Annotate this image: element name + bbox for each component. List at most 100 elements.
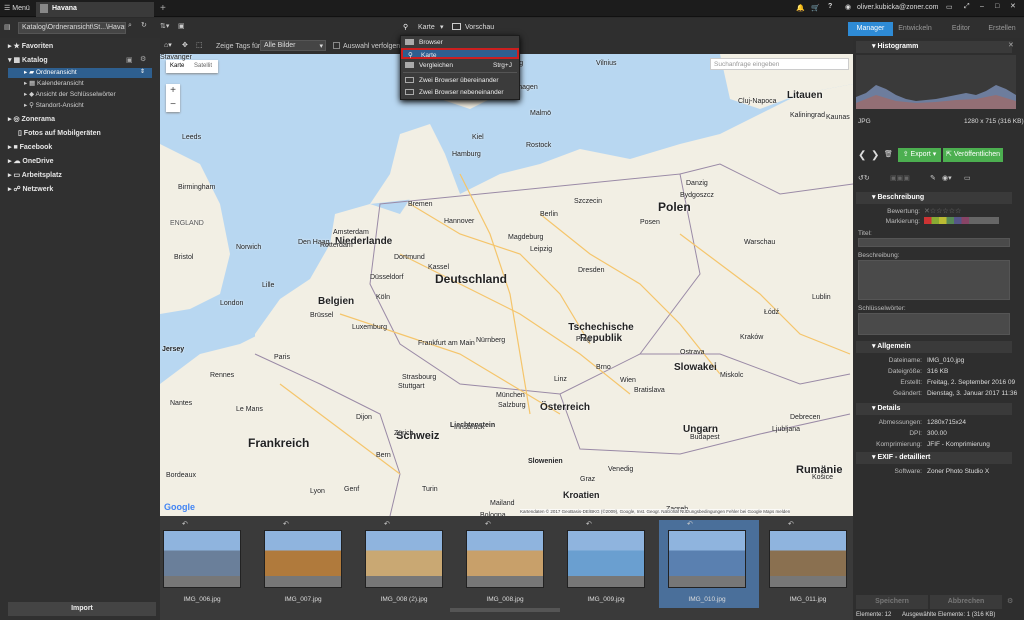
description-input[interactable] (858, 260, 1010, 300)
menu-item-map[interactable]: ⚲ Karte (401, 48, 519, 59)
new-folder-icon[interactable]: ▣ (178, 22, 185, 30)
comment-icon[interactable]: ▭ (964, 174, 971, 182)
refresh-icon[interactable]: ↻ (141, 21, 147, 29)
map-search-input[interactable]: Suchanfrage eingeben (710, 58, 849, 70)
city-label: Stavanger (160, 54, 192, 61)
tools-icons[interactable]: ▣▣▣ (890, 174, 910, 182)
settings-gear-icon[interactable]: ⚙ (1007, 597, 1013, 605)
add-catalog-icon[interactable]: ▣ (126, 56, 133, 64)
user-icon[interactable]: ◉ (845, 3, 851, 11)
monitor-icon[interactable]: ▭ (946, 3, 953, 11)
wrench-icon[interactable]: ✎ (930, 174, 936, 182)
gear-icon[interactable]: ⚙ (140, 55, 146, 63)
view-map-dropdown[interactable]: Karte (418, 24, 435, 31)
chevron-down-icon[interactable]: ▾ (440, 23, 444, 31)
thumbnail[interactable] (567, 530, 645, 588)
move-icon[interactable]: ✥ (182, 41, 188, 49)
sidebar-item-favorites[interactable]: ▸ ★ Favoriten (8, 41, 53, 53)
import-button[interactable]: Import (8, 602, 156, 616)
sort-icon[interactable]: ⇅▾ (160, 22, 169, 30)
rotate-icon[interactable]: ↶ (485, 520, 491, 528)
sidebar-item-catalog[interactable]: ▾ ▦ Katalog (8, 55, 48, 67)
thumbnail[interactable] (264, 530, 342, 588)
mode-develop[interactable]: Entwickeln (895, 22, 935, 36)
thumbnail[interactable] (769, 530, 847, 588)
camera-icon[interactable]: ↶ (384, 520, 390, 528)
rotate-icon[interactable]: ↶ (788, 520, 794, 528)
tab-havana[interactable]: Havana (36, 2, 154, 17)
minimize-button[interactable]: – (980, 3, 984, 10)
path-field[interactable]: Katalog\Ordneransicht\St...\Havana (18, 22, 126, 34)
home-icon[interactable]: ⌂▾ (164, 41, 172, 49)
sidebar-item-location[interactable]: ▸ ⚲ Standort-Ansicht (24, 101, 84, 111)
section-histogram[interactable]: ▾ Histogramm (856, 41, 1012, 53)
menu-item-compare[interactable]: Vergleichen Strg+J (401, 60, 519, 71)
thumbnail[interactable] (365, 530, 443, 588)
section-exif[interactable]: ▾ EXIF - detailliert (856, 452, 1012, 464)
help-icon[interactable]: ? (828, 3, 832, 10)
sidebar-item-mobile[interactable]: ▯ Fotos auf Mobilgeräten (18, 128, 101, 140)
next-arrow-icon[interactable]: ❯ (871, 150, 879, 161)
sidebar-item-workspace[interactable]: ▸ ▭ Arbeitsplatz (8, 170, 62, 182)
filmstrip-scrollbar[interactable] (450, 608, 560, 612)
rotate-icon[interactable]: ↶ (283, 520, 289, 528)
mode-manager[interactable]: Manager (848, 22, 893, 36)
cancel-button[interactable]: Abbrechen (930, 595, 1002, 609)
prev-arrow-icon[interactable]: ❮ (858, 150, 866, 161)
camera-icon[interactable]: ↶ (182, 520, 188, 528)
sidebar-item-onedrive[interactable]: ▸ ☁ OneDrive (8, 156, 54, 168)
thumbnail[interactable] (466, 530, 544, 588)
add-tab-button[interactable]: + (160, 3, 166, 14)
menu-item-two-side[interactable]: Zwei Browser nebeneinander (401, 87, 519, 98)
save-button[interactable]: Speichern (856, 595, 928, 609)
maximize-button[interactable]: □ (995, 3, 999, 10)
cart-icon[interactable]: 🛒 (811, 4, 820, 12)
city-label: Szczecin (574, 198, 603, 205)
keywords-input[interactable] (858, 313, 1010, 335)
map-type-satellite[interactable]: Satellit (194, 63, 212, 69)
menu-button[interactable]: ☰ Menü (4, 4, 30, 12)
follow-checkbox[interactable] (333, 42, 340, 49)
eye-icon[interactable]: ◉▾ (942, 174, 952, 182)
sidebar-item-zonerama[interactable]: ▸ ◎ Zonerama (8, 114, 55, 126)
catalog-icon[interactable]: ▤ (4, 23, 11, 31)
search-icon[interactable]: ⌕ (128, 22, 132, 30)
sidebar-item-folder-view[interactable]: ▸ ▰ Ordneransicht (24, 68, 77, 78)
rotate-icon[interactable]: ↶ (687, 520, 693, 528)
section-details[interactable]: ▾ Details (856, 403, 1012, 415)
sidebar-item-calendar[interactable]: ▸ ▦ Kalenderansicht (24, 79, 84, 89)
title-input[interactable] (858, 238, 1010, 247)
trash-icon[interactable]: 🗑 (884, 150, 893, 158)
fullscreen-icon[interactable]: ⤢ (964, 3, 970, 11)
menu-item-browser[interactable]: Browser (401, 37, 519, 48)
bell-icon[interactable]: 🔔 (796, 4, 805, 12)
section-general[interactable]: ▾ Allgemein (856, 341, 1012, 353)
user-email[interactable]: oliver.kubicka@zoner.com (857, 4, 938, 11)
rotate-icon[interactable]: ↶ (586, 520, 592, 528)
zoom-fit-icon[interactable]: ⬚ (196, 41, 203, 49)
section-description[interactable]: ▾ Beschreibung (856, 192, 1012, 204)
city-label: Bristol (174, 254, 194, 261)
rating-stars[interactable]: ✕☆☆☆☆☆ (924, 207, 961, 215)
thumbnail[interactable] (668, 530, 746, 588)
tags-select[interactable]: Alle Bilder ▾ (260, 40, 326, 51)
thumbnail[interactable] (163, 530, 241, 588)
updown-icon[interactable]: ⇕ (140, 68, 145, 75)
mode-editor[interactable]: Editor (944, 22, 978, 36)
publish-button[interactable]: ⇱ Veröffentlichen (943, 148, 1003, 162)
map-view[interactable]: Karte Satellit Suchanfrage eingeben + − … (160, 54, 853, 516)
close-icon[interactable]: ✕ (1008, 41, 1014, 49)
sidebar-item-network[interactable]: ▸ ☍ Netzwerk (8, 184, 53, 196)
close-button[interactable]: ✕ (1010, 2, 1016, 10)
color-marks[interactable] (924, 217, 999, 224)
mode-create[interactable]: Erstellen (982, 22, 1022, 36)
export-button[interactable]: ⇪ Export ▾ (898, 148, 941, 162)
rotate-icon[interactable]: ↺↻ (858, 174, 870, 182)
menu-item-two-stacked[interactable]: Zwei Browser übereinander (401, 75, 519, 86)
sidebar-item-keywords[interactable]: ▸ ◆ Ansicht der Schlüsselwörter (24, 90, 116, 100)
map-type-map[interactable]: Karte (170, 63, 184, 69)
sidebar-item-facebook[interactable]: ▸ ■ Facebook (8, 142, 52, 154)
zoom-in-button[interactable]: + (166, 84, 180, 98)
view-preview-button[interactable]: Vorschau (465, 24, 494, 31)
zoom-out-button[interactable]: − (166, 98, 180, 112)
